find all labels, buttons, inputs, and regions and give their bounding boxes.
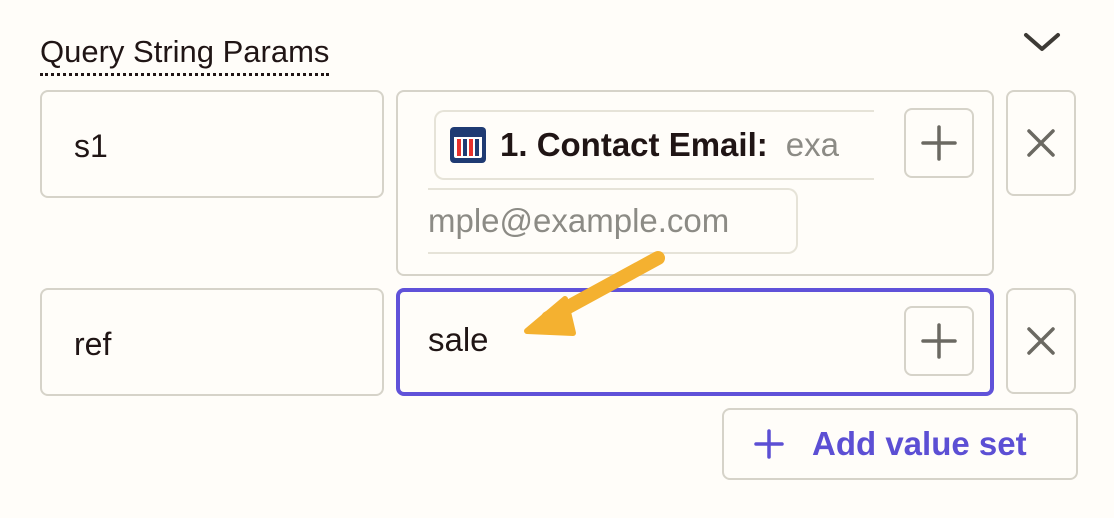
mapped-field-sample-value: exa [785, 126, 839, 163]
param-key-value: s1 [74, 128, 108, 164]
collapse-toggle-button[interactable] [1018, 22, 1066, 62]
mapped-field-pill-continued[interactable]: mple@example.com [428, 188, 798, 254]
param-value-field[interactable]: 1. Contact Email: exa mple@example.com [396, 90, 994, 276]
chevron-down-icon [1024, 33, 1060, 51]
mapped-field-pill[interactable]: 1. Contact Email: exa [434, 110, 874, 180]
plus-icon [921, 125, 957, 161]
insert-data-button[interactable] [904, 306, 974, 376]
mapped-field-label: 1. Contact Email: [500, 126, 768, 163]
query-string-params-panel: Query String Params s1 1. Contact Email:… [0, 0, 1114, 518]
mapped-field-sample-value-continued: mple@example.com [428, 202, 730, 239]
remove-param-button[interactable] [1006, 288, 1076, 394]
plus-icon [921, 323, 957, 359]
add-value-set-button[interactable]: Add value set [722, 408, 1078, 480]
clickfunnels-icon [450, 127, 486, 163]
plus-icon [754, 429, 784, 459]
remove-param-button[interactable] [1006, 90, 1076, 196]
param-key-field[interactable]: ref [40, 288, 384, 396]
section-title: Query String Params [40, 32, 330, 76]
param-key-value: ref [74, 326, 112, 362]
add-value-set-label: Add value set [812, 425, 1027, 462]
param-value-text: sale [428, 321, 489, 358]
close-icon [1027, 129, 1055, 157]
param-value-field-focused[interactable]: sale [396, 288, 994, 396]
close-icon [1027, 327, 1055, 355]
param-key-field[interactable]: s1 [40, 90, 384, 198]
insert-data-button[interactable] [904, 108, 974, 178]
